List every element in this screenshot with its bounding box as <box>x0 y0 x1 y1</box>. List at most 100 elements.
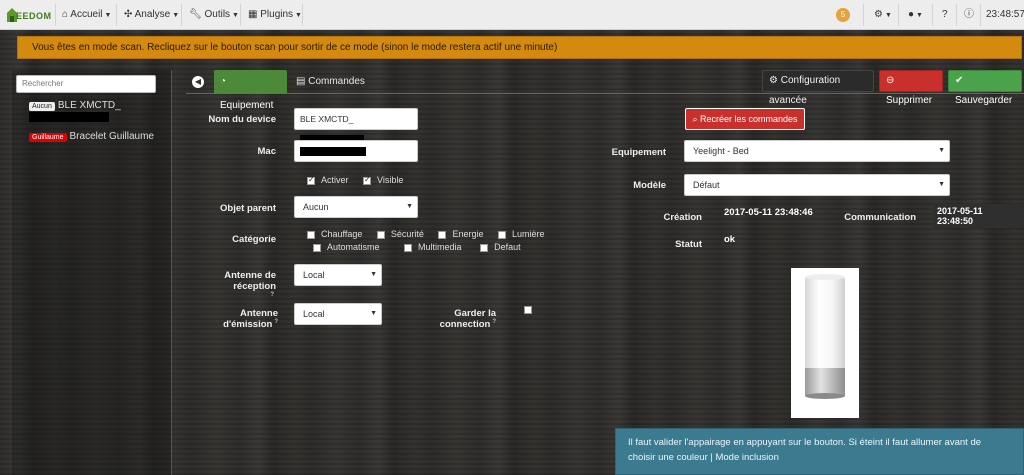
recreate-commands-button[interactable]: ⌕ Recréer les commandes <box>685 108 805 130</box>
question-circle-icon[interactable]: ? <box>270 292 274 298</box>
info-button[interactable]: ⓘ <box>958 0 980 30</box>
garder-connection-checkbox[interactable] <box>524 305 538 316</box>
antenne-emission-select[interactable]: Local ▼ <box>294 303 382 325</box>
checkbox-icon <box>376 230 385 239</box>
delete-button[interactable]: ⊖ Supprimer <box>879 70 943 106</box>
search-input[interactable]: Rechercher <box>16 75 156 93</box>
notification-badge[interactable]: 5 <box>836 8 850 22</box>
category-label: Automatisme <box>327 242 380 252</box>
save-button[interactable]: ✔ Sauvegarder <box>948 70 1022 106</box>
gears-icon: ⚙ <box>874 9 883 20</box>
label-objet-parent: Objet parent <box>220 203 276 214</box>
equipement-select[interactable]: Yeelight - Bed ▼ <box>684 140 950 162</box>
cogs-icon: ⚙ <box>769 75 778 86</box>
chevron-down-icon: ▼ <box>370 271 377 278</box>
tab-equipement-label: Equipement <box>220 100 274 111</box>
nav-divider <box>116 4 117 26</box>
category-label: Energie <box>452 229 484 239</box>
device-name-value: BLE XMCTD_ <box>300 114 354 124</box>
tab-equipement[interactable]: ◔ Equipement <box>214 70 287 111</box>
category-securite[interactable]: Sécurité <box>376 229 424 239</box>
device-item-bracelet[interactable]: Guillaume Bracelet Guillaume <box>29 131 154 142</box>
nav-divider <box>932 4 933 26</box>
tab-bar: ◀ ◔ Equipement ▤ Commandes ⚙ Configurati… <box>186 70 1024 111</box>
device-name: Bracelet Guillaume <box>69 131 154 142</box>
device-image <box>791 268 859 418</box>
label-statut: Statut <box>675 239 702 250</box>
nav-divider <box>956 4 957 26</box>
visible-label: Visible <box>377 175 404 185</box>
device-name: BLE XMCTD_ <box>57 100 121 111</box>
chevron-down-icon: ▼ <box>884 12 892 19</box>
info-icon: ⓘ <box>964 9 974 20</box>
checkbox-icon <box>524 306 532 315</box>
activer-label: Activer <box>321 175 349 185</box>
menu-outils-label: Outils <box>204 9 231 20</box>
category-label: Lumière <box>511 229 545 239</box>
help-button[interactable]: ? <box>936 0 954 30</box>
jeedom-logo[interactable]: EEDOM <box>6 3 51 27</box>
checkbox-icon <box>307 230 315 239</box>
menu-analyse[interactable]: ✣ Analyse ▼ <box>118 0 185 30</box>
wrench-icon: 🔧︎ <box>189 9 202 20</box>
inclusion-info-alert: Il faut valider l'appairage en appuyant … <box>615 428 1024 475</box>
user-menu[interactable]: ● ▼ <box>902 0 929 30</box>
modele-value: Défaut <box>693 180 720 190</box>
configuration-avancee-button[interactable]: ⚙ Configuration avancée <box>762 70 874 106</box>
modele-select[interactable]: Défaut ▼ <box>684 174 950 196</box>
label-modele: Modèle <box>633 180 666 191</box>
chevron-down-icon: ▼ <box>172 12 180 19</box>
menu-plugins[interactable]: ▦ Plugins ▼ <box>242 0 308 30</box>
plugins-icon: ▦ <box>248 9 258 20</box>
category-lumiere[interactable]: Lumière <box>497 229 545 239</box>
clock: 23:48:57 <box>986 9 1024 20</box>
list-icon: ▤ <box>296 76 306 87</box>
chevron-down-icon: ▼ <box>916 12 923 19</box>
delete-label: Supprimer <box>886 95 933 106</box>
category-multimedia[interactable]: Multimedia <box>404 242 462 252</box>
antenne-emission-value: Local <box>303 309 325 319</box>
search-icon: ⌕ <box>692 114 698 124</box>
top-navbar: EEDOM ⌂ Accueil ▼ ✣ Analyse ▼ 🔧︎ Outils ▼ ▦… <box>0 0 1024 30</box>
menu-accueil[interactable]: ⌂ Accueil ▼ <box>56 0 117 30</box>
device-name-input[interactable]: BLE XMCTD_ <box>294 108 418 145</box>
check-circle-icon: ✔ <box>955 75 964 86</box>
question-circle-icon[interactable]: ? <box>274 319 278 325</box>
device-sidebar: Rechercher Aucun BLE XMCTD_ Guillaume Brac… <box>12 70 172 475</box>
chevron-down-icon: ▼ <box>938 147 945 154</box>
category-automatisme[interactable]: Automatisme <box>313 242 380 252</box>
category-chauffage[interactable]: Chauffage <box>307 229 362 239</box>
scan-mode-alert: Vous êtes en mode scan. Recliquez sur le… <box>17 36 1022 59</box>
category-row-2: Automatisme Multimedia Defaut <box>313 242 533 252</box>
category-energie[interactable]: Energie <box>438 229 483 239</box>
gears-menu[interactable]: ⚙ ▼ <box>868 0 898 30</box>
question-circle-icon[interactable]: ? <box>492 319 496 325</box>
activer-checkbox[interactable]: Activer <box>307 175 349 185</box>
category-defaut[interactable]: Defaut <box>480 242 521 252</box>
back-arrow-icon[interactable]: ◀ <box>192 76 204 88</box>
creation-value: 2017-05-11 23:48:46 <box>724 207 813 218</box>
visible-checkbox[interactable]: Visible <box>363 175 403 185</box>
antenne-reception-select[interactable]: Local ▼ <box>294 264 382 286</box>
parent-tag: Guillaume <box>29 133 67 142</box>
nav-divider <box>181 4 182 26</box>
checkbox-icon <box>438 230 447 239</box>
home-icon: ⌂ <box>62 9 69 20</box>
redacted-block <box>29 112 109 122</box>
chevron-down-icon: ▼ <box>232 12 239 19</box>
category-label: Chauffage <box>321 229 363 239</box>
menu-analyse-label: Analyse <box>134 9 171 20</box>
tab-commandes[interactable]: ▤ Commandes <box>290 70 371 94</box>
main-panel: ◀ ◔ Equipement ▤ Commandes ⚙ Configurati… <box>186 70 1024 475</box>
menu-outils[interactable]: 🔧︎ Outils ▼ <box>183 0 245 30</box>
antenne-emission-text: Antenne d'émission <box>223 308 278 331</box>
nav-divider <box>302 4 303 26</box>
mac-input[interactable] <box>294 140 418 162</box>
chevron-down-icon: ▼ <box>370 310 377 317</box>
objet-parent-select[interactable]: Aucun ▼ <box>294 196 418 218</box>
parent-tag: Aucun <box>29 102 55 111</box>
chevron-down-icon: ▼ <box>938 181 945 188</box>
device-item-ble[interactable]: Aucun BLE XMCTD_ <box>29 100 121 111</box>
label-creation: Création <box>663 212 702 223</box>
checkbox-icon <box>313 243 321 252</box>
